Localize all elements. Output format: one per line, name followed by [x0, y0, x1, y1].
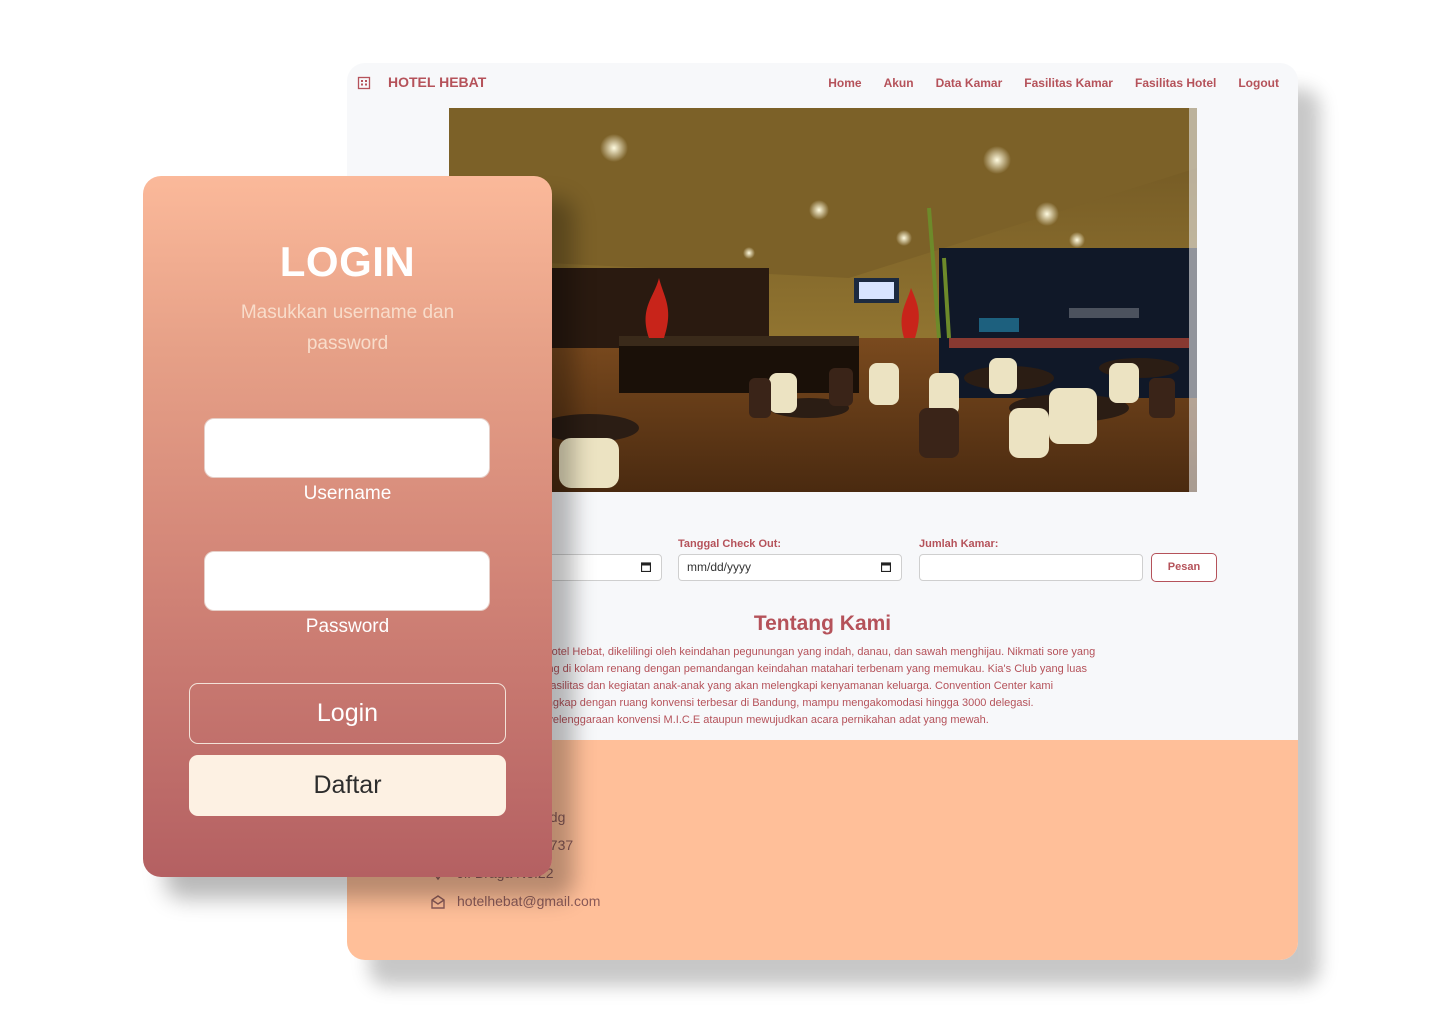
pesan-button[interactable]: Pesan: [1151, 553, 1217, 582]
hero-carousel: ›: [449, 108, 1197, 492]
about-line: enang di kolam renang dengan pemandangan…: [529, 663, 1087, 675]
rooms-input[interactable]: [919, 554, 1143, 581]
login-button[interactable]: Login: [189, 683, 506, 744]
about-line: n lengkap dengan ruang konvensi terbesar…: [529, 697, 1034, 709]
password-label: Password: [305, 616, 390, 637]
envelope-icon: [431, 895, 445, 909]
checkout-date-input[interactable]: mm/dd/yyyy: [678, 554, 902, 581]
username-label: Username: [303, 483, 392, 504]
login-card: LOGIN Masukkan username dan password Use…: [143, 176, 552, 877]
about-line: am fasilitas dan kegiatan anak-anak yang…: [529, 680, 1054, 692]
checkin-date-input[interactable]: [542, 554, 662, 581]
date-placeholder: mm/dd/yyyy: [687, 560, 752, 574]
daftar-button[interactable]: Daftar: [189, 755, 506, 816]
footer-email[interactable]: hotelhebat@gmail.com: [457, 893, 600, 909]
about-line: penyelenggaraan konvensi M.I.C.E ataupun…: [529, 714, 989, 726]
calendar-icon[interactable]: [881, 562, 891, 572]
brand-name[interactable]: HOTEL HEBAT: [388, 74, 486, 90]
nav-akun[interactable]: Akun: [884, 76, 914, 90]
building-icon: [357, 76, 371, 90]
nav-fasilitas-kamar[interactable]: Fasilitas Kamar: [1024, 76, 1113, 90]
calendar-icon[interactable]: [641, 562, 651, 572]
nav-fasilitas-hotel[interactable]: Fasilitas Hotel: [1135, 76, 1216, 90]
login-subtitle: Masukkan username dan password: [240, 302, 455, 354]
about-paragraph: ce Hotel Hebat, dikelilingi oleh keindah…: [529, 644, 1219, 729]
nav-logout[interactable]: Logout: [1238, 76, 1279, 90]
username-input[interactable]: [204, 418, 490, 478]
password-input[interactable]: [204, 551, 490, 611]
nav-menu: Home Akun Data Kamar Fasilitas Kamar Fas…: [828, 76, 1279, 90]
navbar: HOTEL HEBAT Home Akun Data Kamar Fasilit…: [347, 63, 1298, 105]
login-title: LOGIN: [279, 238, 416, 285]
checkout-label: Tanggal Check Out:: [678, 538, 782, 550]
restaurant-photo: [449, 108, 1197, 492]
rooms-label: Jumlah Kamar:: [919, 538, 999, 550]
about-line: ce Hotel Hebat, dikelilingi oleh keindah…: [529, 646, 1096, 658]
nav-home[interactable]: Home: [828, 76, 861, 90]
nav-data-kamar[interactable]: Data Kamar: [936, 76, 1003, 90]
